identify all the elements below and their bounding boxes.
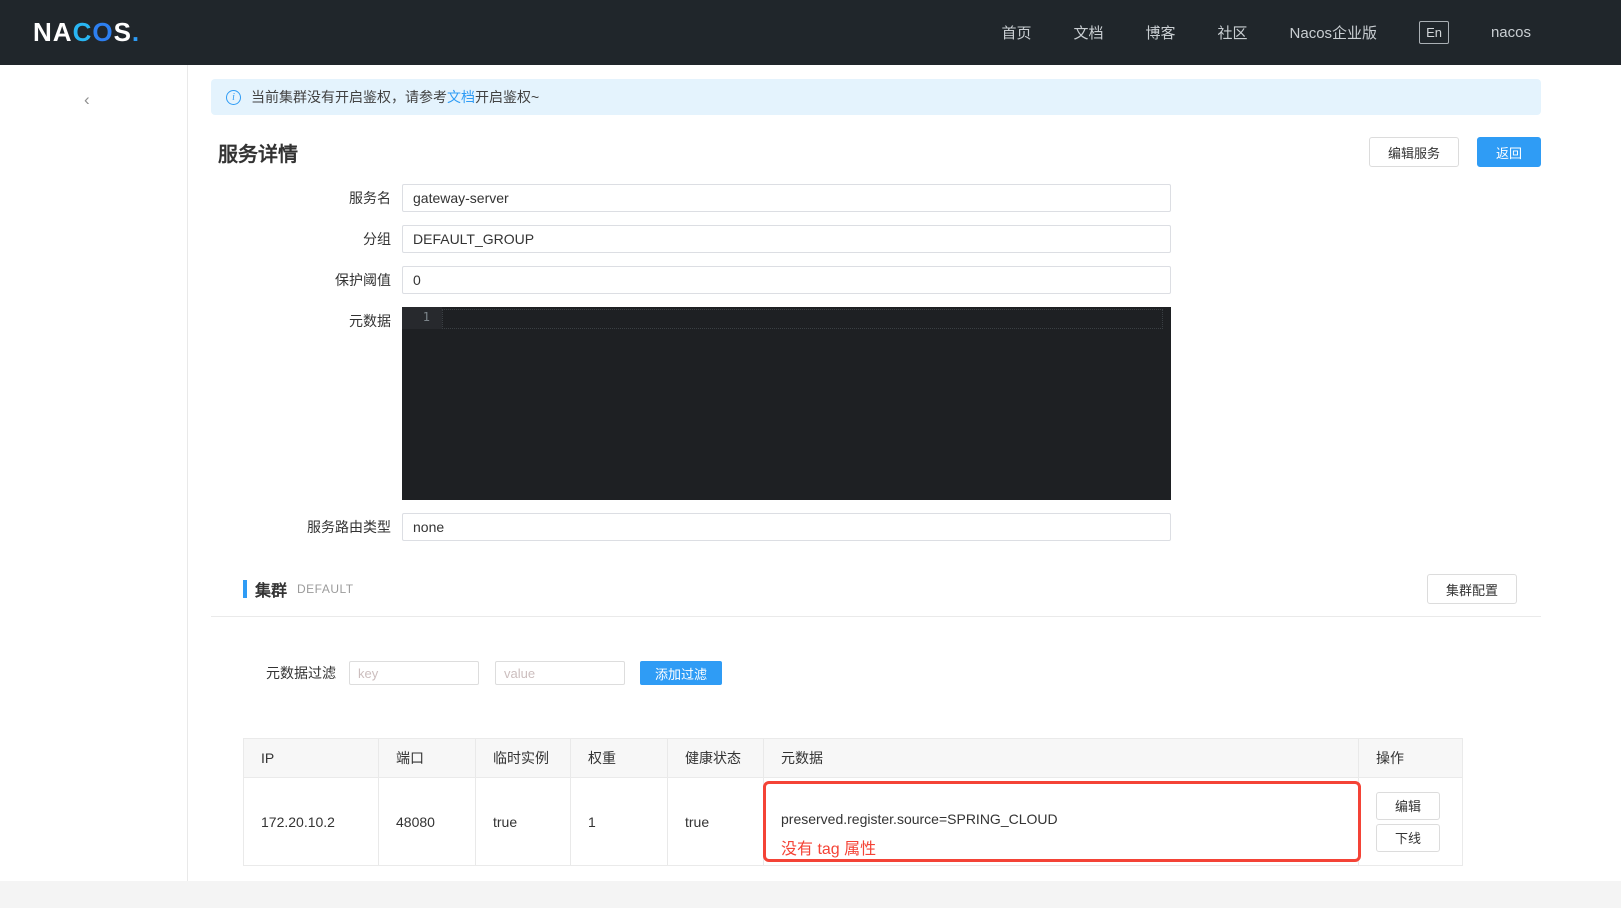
form-row-route-type: 服务路由类型 [211,513,1541,541]
cell-healthy: true [668,778,764,865]
language-toggle[interactable]: En [1419,21,1449,44]
logo-text-na: NA [33,17,73,48]
route-type-label: 服务路由类型 [211,513,402,541]
cell-port: 48080 [379,778,476,865]
group-label: 分组 [211,225,402,253]
protect-threshold-input[interactable] [402,266,1171,294]
nacos-logo[interactable]: NACOS. [33,17,140,48]
cluster-section-header: 集群 DEFAULT 集群配置 [211,574,1541,604]
logo-text-o: O [92,17,113,48]
editor-active-line [442,309,1163,329]
add-filter-button[interactable]: 添加过滤 [640,661,722,685]
col-header-ephemeral: 临时实例 [476,739,571,777]
route-type-input[interactable] [402,513,1171,541]
back-button[interactable]: 返回 [1477,137,1541,167]
nav-community[interactable]: 社区 [1218,22,1248,43]
edit-instance-button[interactable]: 编辑 [1376,792,1440,820]
col-header-actions: 操作 [1359,739,1462,777]
edit-service-button[interactable]: 编辑服务 [1369,137,1459,167]
col-header-weight: 权重 [571,739,668,777]
cell-weight: 1 [571,778,668,865]
form-row-protect-threshold: 保护阈值 [211,266,1541,294]
filter-value-input[interactable] [495,661,625,685]
metadata-editor[interactable]: 1 [402,307,1171,500]
service-detail-form: 服务名 分组 保护阈值 元数据 1 服务路由类型 [211,184,1541,541]
username[interactable]: nacos [1491,24,1531,41]
form-row-service-name: 服务名 [211,184,1541,212]
cluster-section-title: 集群 [255,577,287,601]
top-header: NACOS. 首页 文档 博客 社区 Nacos企业版 En nacos [0,0,1621,65]
banner-text-before: 当前集群没有开启鉴权，请参考 [251,87,447,107]
offline-instance-button[interactable]: 下线 [1376,824,1440,852]
instance-table-header: IP 端口 临时实例 权重 健康状态 元数据 操作 [244,739,1462,777]
cell-ip: 172.20.10.2 [244,778,379,865]
main-content: i 当前集群没有开启鉴权，请参考文档开启鉴权~ 服务详情 编辑服务 返回 服务名… [188,65,1621,881]
metadata-filter-row: 元数据过滤 添加过滤 [266,661,1541,685]
page-footer [0,881,1621,908]
form-row-metadata: 元数据 1 [211,307,1541,500]
info-icon: i [226,90,241,105]
sidebar-collapse-icon[interactable]: ‹ [84,91,90,108]
section-accent-bar [243,580,247,598]
filter-key-input[interactable] [349,661,479,685]
title-row: 服务详情 编辑服务 返回 [211,137,1541,167]
col-header-ip: IP [244,739,379,777]
auth-warning-banner: i 当前集群没有开启鉴权，请参考文档开启鉴权~ [211,79,1541,115]
col-header-metadata: 元数据 [764,739,1359,777]
logo-text-dot: . [132,17,140,48]
editor-line-number: 1 [402,307,442,329]
page-body: ‹ i 当前集群没有开启鉴权，请参考文档开启鉴权~ 服务详情 编辑服务 返回 服… [0,65,1621,881]
protect-threshold-label: 保护阈值 [211,266,402,294]
cell-metadata: preserved.register.source=SPRING_CLOUD 没… [764,778,1359,865]
left-sidebar: ‹ [0,65,188,881]
nav-enterprise[interactable]: Nacos企业版 [1290,22,1378,43]
logo-text-s: S [114,17,132,48]
nav-home[interactable]: 首页 [1001,22,1031,43]
metadata-filter-label: 元数据过滤 [266,663,336,683]
metadata-value: preserved.register.source=SPRING_CLOUD [781,811,1058,827]
metadata-annotation: 没有 tag 属性 [781,835,876,859]
nav-blog[interactable]: 博客 [1146,22,1176,43]
col-header-healthy: 健康状态 [668,739,764,777]
table-row: 172.20.10.2 48080 true 1 true preserved.… [244,777,1462,865]
form-row-group: 分组 [211,225,1541,253]
section-divider [211,616,1541,617]
group-input[interactable] [402,225,1171,253]
cluster-name: DEFAULT [297,582,354,596]
page-title: 服务详情 [218,138,298,167]
banner-text-after: 开启鉴权~ [475,87,539,107]
title-buttons: 编辑服务 返回 [1369,137,1541,167]
cluster-config-button[interactable]: 集群配置 [1427,574,1517,604]
cell-actions: 编辑 下线 [1359,778,1462,865]
banner-doc-link[interactable]: 文档 [447,87,475,107]
service-name-input[interactable] [402,184,1171,212]
logo-text-c: C [73,17,93,48]
nav-docs[interactable]: 文档 [1073,22,1103,43]
col-header-port: 端口 [379,739,476,777]
cell-ephemeral: true [476,778,571,865]
metadata-label: 元数据 [211,307,402,500]
service-name-label: 服务名 [211,184,402,212]
header-nav: 首页 文档 博客 社区 Nacos企业版 En nacos [1001,21,1531,44]
instance-table: IP 端口 临时实例 权重 健康状态 元数据 操作 172.20.10.2 48… [243,738,1463,866]
